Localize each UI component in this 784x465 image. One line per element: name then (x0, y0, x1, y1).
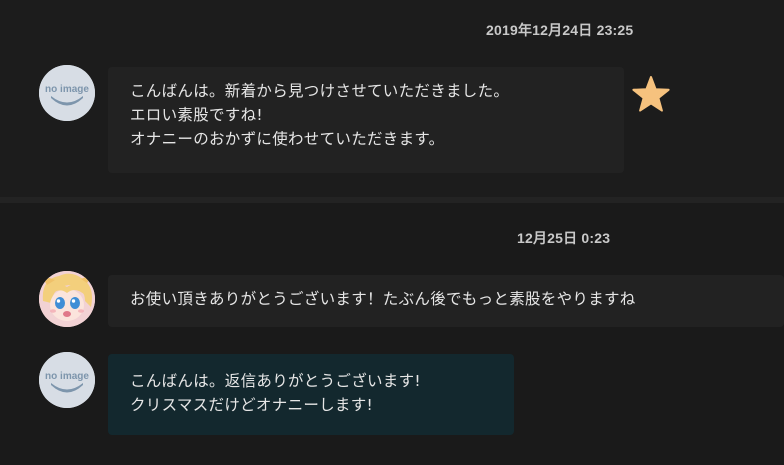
message-text: こんばんは。新着から見つけさせていただきました。 (130, 82, 510, 100)
message-text: お使い頂きありがとうございます！たぶん後でもっと素股をやりますね (130, 290, 636, 308)
message-text: エロい素股ですね! (130, 106, 263, 124)
message-text: オナニーのおかずに使わせていただきます。 (130, 130, 445, 148)
message-text: クリスマスだけどオナニーします! (130, 396, 374, 414)
timestamp: 2019年12月24日 23:25 (486, 22, 634, 38)
no-image-avatar[interactable]: no image (39, 352, 95, 408)
message-bubble: こんばんは。新着から見つけさせていただきました。 エロい素股ですね! オナニーの… (108, 67, 624, 173)
timestamp: 12月25日 0:23 (517, 230, 611, 246)
message-bubble: お使い頂きありがとうございます！たぶん後でもっと素股をやりますね (108, 275, 784, 327)
message-bubble-own: こんばんは。返信ありがとうございます! クリスマスだけどオナニーします! (108, 354, 514, 435)
star-icon[interactable] (632, 76, 670, 112)
message-text: こんばんは。返信ありがとうございます! (130, 372, 421, 390)
svg-text:no image: no image (45, 84, 89, 95)
no-image-avatar[interactable]: no image (39, 65, 95, 121)
anime-girl-avatar[interactable] (39, 271, 95, 327)
svg-text:no image: no image (45, 371, 89, 382)
